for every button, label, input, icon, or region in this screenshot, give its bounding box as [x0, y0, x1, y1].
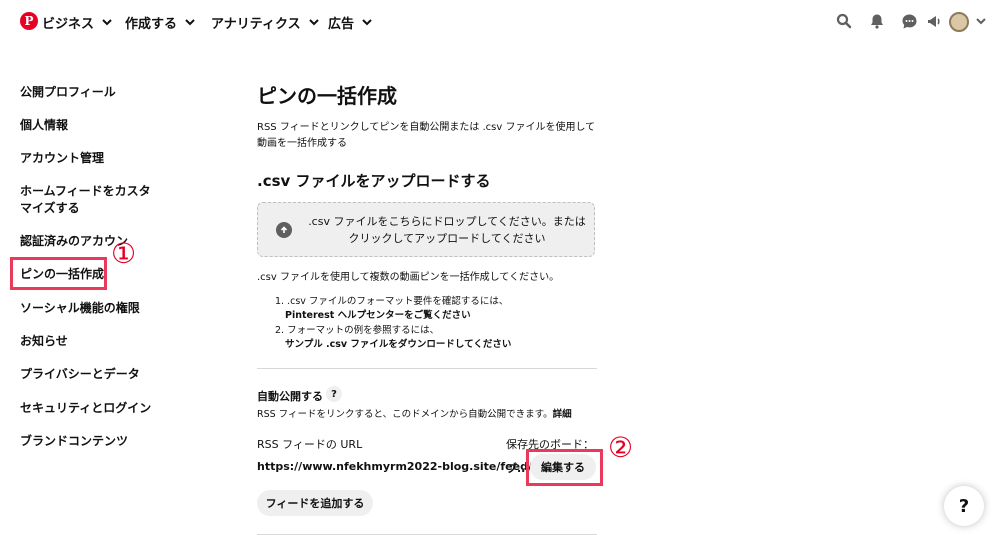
sidebar-item-public-profile[interactable]: 公開プロフィール	[20, 84, 116, 101]
sidebar-item-personal-info[interactable]: 個人情報	[20, 117, 68, 134]
rss-url-column-label: RSS フィードの URL	[257, 438, 363, 451]
sidebar-item-privacy-data[interactable]: プライバシーとデータ	[20, 366, 140, 383]
top-navigation-bar: P ビジネス 作成する アナリティクス 広告	[0, 0, 1000, 44]
dropzone-text-line2: クリックしてアップロードしてください	[348, 232, 546, 245]
details-link[interactable]: 詳細	[553, 409, 572, 420]
section-divider	[257, 368, 597, 369]
nav-ads-menu[interactable]: 広告	[328, 12, 374, 32]
add-feed-button[interactable]: フィードを追加する	[257, 490, 373, 516]
csv-section-title: .csv ファイルをアップロードする	[257, 172, 491, 190]
chevron-down-icon	[976, 18, 986, 25]
sample-csv-download-link[interactable]: サンプル .csv ファイルをダウンロードしてください	[285, 336, 511, 350]
nav-ads-label: 広告	[328, 16, 355, 32]
sidebar-item-account-management[interactable]: アカウント管理	[20, 150, 104, 167]
chevron-down-icon	[308, 19, 319, 26]
help-center-link[interactable]: Pinterest ヘルプセンターをご覧ください	[285, 307, 471, 321]
help-button[interactable]: ?	[944, 486, 984, 526]
csv-info-text: .csv ファイルを使用して複数の動画ピンを一括作成してください。	[257, 272, 560, 283]
sidebar-item-security-login[interactable]: セキュリティとログイン	[20, 400, 151, 417]
step1-text: 1. .csv ファイルのフォーマット要件を確認するには、	[275, 296, 509, 307]
nav-create-label: 作成する	[125, 16, 178, 32]
chevron-down-icon	[102, 19, 112, 26]
bell-icon[interactable]	[868, 12, 886, 30]
search-icon[interactable]	[835, 12, 853, 30]
annotation-marker-1: ①	[111, 237, 137, 270]
annotation-box-2	[526, 449, 603, 486]
avatar[interactable]	[949, 12, 969, 32]
sidebar-item-branded-content[interactable]: ブランドコンテンツ	[20, 433, 128, 450]
chevron-down-icon	[185, 19, 195, 26]
sidebar-item-home-feed-line1[interactable]: ホームフィードをカスタ	[20, 183, 151, 200]
nav-analytics-label: アナリティクス	[211, 16, 301, 32]
step2-text: 2. フォーマットの例を参照するには、	[275, 325, 440, 336]
auto-publish-label: 自動公開する	[257, 390, 323, 403]
auto-publish-description: RSS フィードをリンクすると、このドメインから自動公開できます。詳細	[257, 406, 572, 420]
nav-business-label: ビジネス	[42, 16, 95, 32]
sidebar-item-social-permissions[interactable]: ソーシャル機能の権限	[20, 300, 140, 317]
chevron-down-icon	[362, 19, 372, 26]
auto-publish-description-text: RSS フィードをリンクすると、このドメインから自動公開できます。	[257, 409, 553, 420]
feed-url-value: https://www.nfekhmyrm2022-blog.site/feed…	[257, 460, 532, 473]
annotation-box-1	[10, 257, 107, 290]
nav-business-menu[interactable]: ビジネス	[42, 12, 114, 32]
pinterest-logo-icon[interactable]: P	[20, 12, 38, 30]
upload-icon	[276, 222, 292, 238]
nav-create-menu[interactable]: 作成する	[125, 12, 197, 32]
megaphone-icon[interactable]	[925, 12, 943, 30]
dropzone-text-line1: .csv ファイルをこちらにドロップしてください。または	[308, 215, 586, 228]
message-icon[interactable]	[900, 12, 918, 30]
auto-publish-help-icon[interactable]: ?	[326, 386, 342, 402]
annotation-marker-2: ②	[608, 431, 634, 464]
page-title: ピンの一括作成	[257, 84, 397, 108]
nav-analytics-menu[interactable]: アナリティクス	[211, 12, 321, 32]
page-description: RSS フィードとリンクしてピンを自動公開または .csv ファイルを使用して動…	[257, 122, 596, 149]
sidebar-item-notifications[interactable]: お知らせ	[20, 333, 68, 350]
account-menu-chevron[interactable]	[974, 12, 988, 30]
dropzone-text: .csv ファイルをこちらにドロップしてください。または クリックしてアップロー…	[302, 213, 592, 247]
csv-dropzone[interactable]: .csv ファイルをこちらにドロップしてください。または クリックしてアップロー…	[257, 202, 595, 257]
sidebar-item-home-feed-line2[interactable]: マイズする	[20, 200, 80, 217]
